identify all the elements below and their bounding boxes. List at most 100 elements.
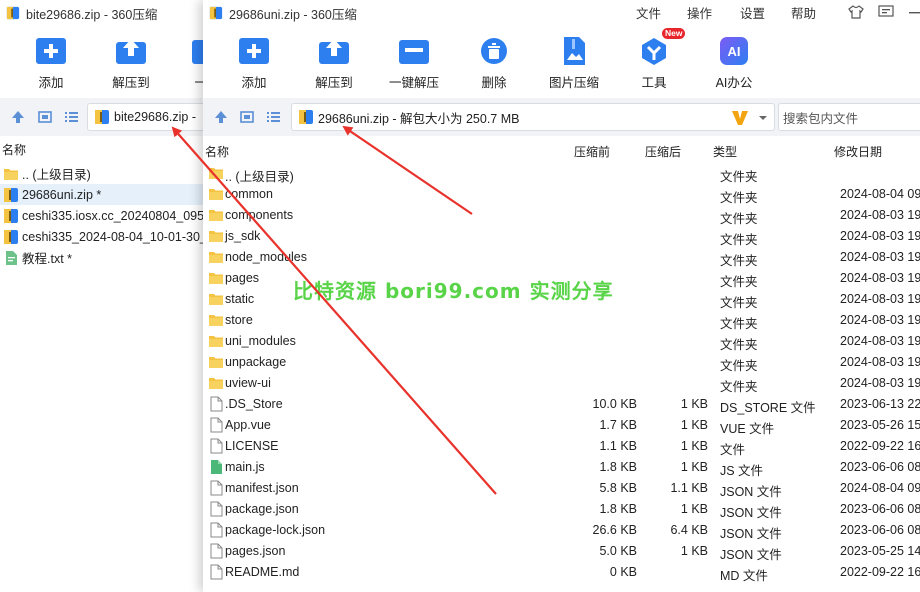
menu-settings[interactable]: 设置 (740, 3, 765, 22)
back-extract-to-label: 解压到 (112, 76, 150, 90)
file-size-after: 1 KB (680, 439, 708, 453)
file-type: JSON 文件 (720, 506, 782, 520)
ai-office-button[interactable]: AI AI办公 (699, 26, 769, 96)
file-name: pages.json (225, 544, 286, 558)
file-size-after: 1 KB (680, 502, 708, 516)
file-name: unpackage (225, 355, 287, 369)
back-titlebar: bite29686.zip - 360压缩 (0, 0, 157, 26)
file-row[interactable]: uni_modules 文件夹 2024-08-03 19 (203, 331, 920, 352)
file-name: pages (225, 271, 260, 285)
extract-to-icon (116, 39, 146, 64)
file-modified-date: 2024-08-03 19 (840, 292, 920, 306)
extract-to-button[interactable]: 解压到 (299, 26, 369, 96)
file-row[interactable]: README.md 0 KB MD 文件 2022-09-22 16 (203, 562, 920, 583)
menu-action[interactable]: 操作 (687, 3, 712, 22)
list-view-icon[interactable] (265, 109, 281, 125)
file-modified-date: 2023-05-26 15 (840, 418, 920, 432)
tools-button[interactable]: New 工具 (619, 26, 689, 96)
file-icon (208, 543, 224, 559)
thumbnail-view-icon[interactable] (239, 109, 255, 125)
file-row[interactable]: LICENSE 1.1 KB 1 KB 文件 2022-09-22 16 (203, 436, 920, 457)
back-list-item[interactable]: ceshi335_2024-08-04_10-01-30_ (0, 226, 203, 247)
back-add-button[interactable]: 添加 (16, 26, 86, 96)
search-input[interactable]: 搜索包内文件 (778, 103, 920, 131)
file-row[interactable]: store 文件夹 2024-08-03 19 (203, 310, 920, 331)
column-type[interactable]: 类型 (713, 143, 737, 160)
one-click-extract-button[interactable]: 一键解压 (379, 26, 449, 96)
add-button[interactable]: 添加 (219, 26, 289, 96)
file-row[interactable]: common 文件夹 2024-08-04 09 (203, 184, 920, 205)
file-type: 文件夹 (720, 170, 758, 184)
file-row[interactable]: App.vue 1.7 KB 1 KB VUE 文件 2023-05-26 15 (203, 415, 920, 436)
folder-icon (208, 207, 224, 223)
back-list-item[interactable]: .. (上级目录) (0, 163, 203, 184)
back-toolbar: 添加 解压到 一键 (0, 26, 222, 96)
back-list-item[interactable]: 教程.txt * (0, 247, 203, 268)
file-type: 文件夹 (720, 191, 758, 205)
skin-shirt-icon[interactable] (848, 5, 864, 19)
file-row[interactable]: pages.json 5.0 KB 1 KB JSON 文件 2023-05-25 14 (203, 541, 920, 562)
image-compress-button[interactable]: 图片压缩 (539, 26, 609, 96)
file-row[interactable]: uview-ui 文件夹 2024-08-03 19 (203, 373, 920, 394)
folder-icon (208, 291, 224, 307)
file-row[interactable]: package.json 1.8 KB 1 KB JSON 文件 2023-06-06 … (203, 499, 920, 520)
file-size-after: 1 KB (680, 418, 708, 432)
column-packed[interactable]: 压缩后 (645, 143, 681, 160)
back-item-name: 29686uni.zip * (22, 187, 102, 202)
chevron-down-icon[interactable] (758, 113, 768, 123)
file-row[interactable]: package-lock.json 26.6 KB 6.4 KB JSON 文件 202… (203, 520, 920, 541)
back-add-label: 添加 (38, 76, 64, 90)
file-modified-date: 2023-06-13 22 (840, 397, 920, 411)
back-list-item[interactable]: ceshi335.iosx.cc_20240804_0959 (0, 205, 203, 226)
folder-icon (208, 270, 224, 286)
column-modified[interactable]: 修改日期 (834, 143, 882, 160)
column-header: 名称 压缩前 压缩后 类型 修改日期 (203, 141, 920, 161)
file-modified-date: 2023-06-06 08 (840, 502, 920, 516)
file-row[interactable]: manifest.json 5.8 KB 1.1 KB JSON 文件 2024-08-… (203, 478, 920, 499)
up-arrow-icon[interactable] (213, 109, 229, 125)
folder-icon (3, 166, 19, 182)
file-modified-date: 2024-08-03 19 (840, 355, 920, 369)
one-click-extract-label: 一键解压 (388, 76, 439, 90)
file-row[interactable]: .. (上级目录) 文件夹 (203, 163, 920, 184)
back-column-header-name[interactable]: 名称 (0, 141, 26, 161)
feedback-icon[interactable] (878, 5, 894, 19)
file-size-before: 1.7 KB (599, 418, 637, 432)
file-icon (208, 501, 224, 517)
file-row[interactable]: node_modules 文件夹 2024-08-03 19 (203, 247, 920, 268)
v-logo-icon[interactable] (730, 108, 750, 128)
file-type: JS 文件 (720, 464, 764, 478)
file-size-before: 1.1 KB (599, 439, 637, 453)
file-row[interactable]: js_sdk 文件夹 2024-08-03 19 (203, 226, 920, 247)
file-row[interactable]: main.js 1.8 KB 1 KB JS 文件 2023-06-06 08 (203, 457, 920, 478)
file-modified-date: 2023-06-06 08 (840, 523, 920, 537)
up-arrow-icon[interactable] (10, 109, 26, 125)
file-type: 文件夹 (720, 338, 758, 352)
back-address-field[interactable]: bite29686.zip - (87, 103, 207, 131)
thumbnail-view-icon[interactable] (37, 109, 53, 125)
menu-file[interactable]: 文件 (636, 3, 661, 22)
file-row[interactable]: unpackage 文件夹 2024-08-03 19 (203, 352, 920, 373)
file-icon (208, 438, 224, 454)
delete-button[interactable]: 删除 (459, 26, 529, 96)
front-address-text: 29686uni.zip - 解包大小为 250.7 MB (318, 111, 520, 126)
column-name[interactable]: 名称 (205, 143, 229, 160)
file-row[interactable]: .DS_Store 10.0 KB 1 KB DS_STORE 文件 2023-06-1… (203, 394, 920, 415)
watermark-text: 比特资源 bori99.com 实测分享 (293, 279, 614, 303)
column-compressed[interactable]: 压缩前 (574, 143, 610, 160)
list-view-icon[interactable] (63, 109, 79, 125)
front-address-field[interactable]: 29686uni.zip - 解包大小为 250.7 MB (291, 103, 775, 131)
file-name: store (225, 313, 253, 327)
file-size-after: 1 KB (680, 544, 708, 558)
file-type: 文件夹 (720, 275, 758, 289)
back-extract-to-button[interactable]: 解压到 (96, 26, 166, 96)
file-icon (208, 417, 224, 433)
menu-help[interactable]: 帮助 (791, 3, 816, 22)
extract-to-icon (319, 39, 349, 64)
file-modified-date: 2024-08-03 19 (840, 208, 920, 222)
back-list-item[interactable]: 29686uni.zip * (0, 184, 203, 205)
file-row[interactable]: components 文件夹 2024-08-03 19 (203, 205, 920, 226)
add-label: 添加 (241, 76, 267, 90)
back-item-name: ceshi335_2024-08-04_10-01-30_ (22, 229, 203, 244)
minimize-icon[interactable] (907, 5, 920, 19)
